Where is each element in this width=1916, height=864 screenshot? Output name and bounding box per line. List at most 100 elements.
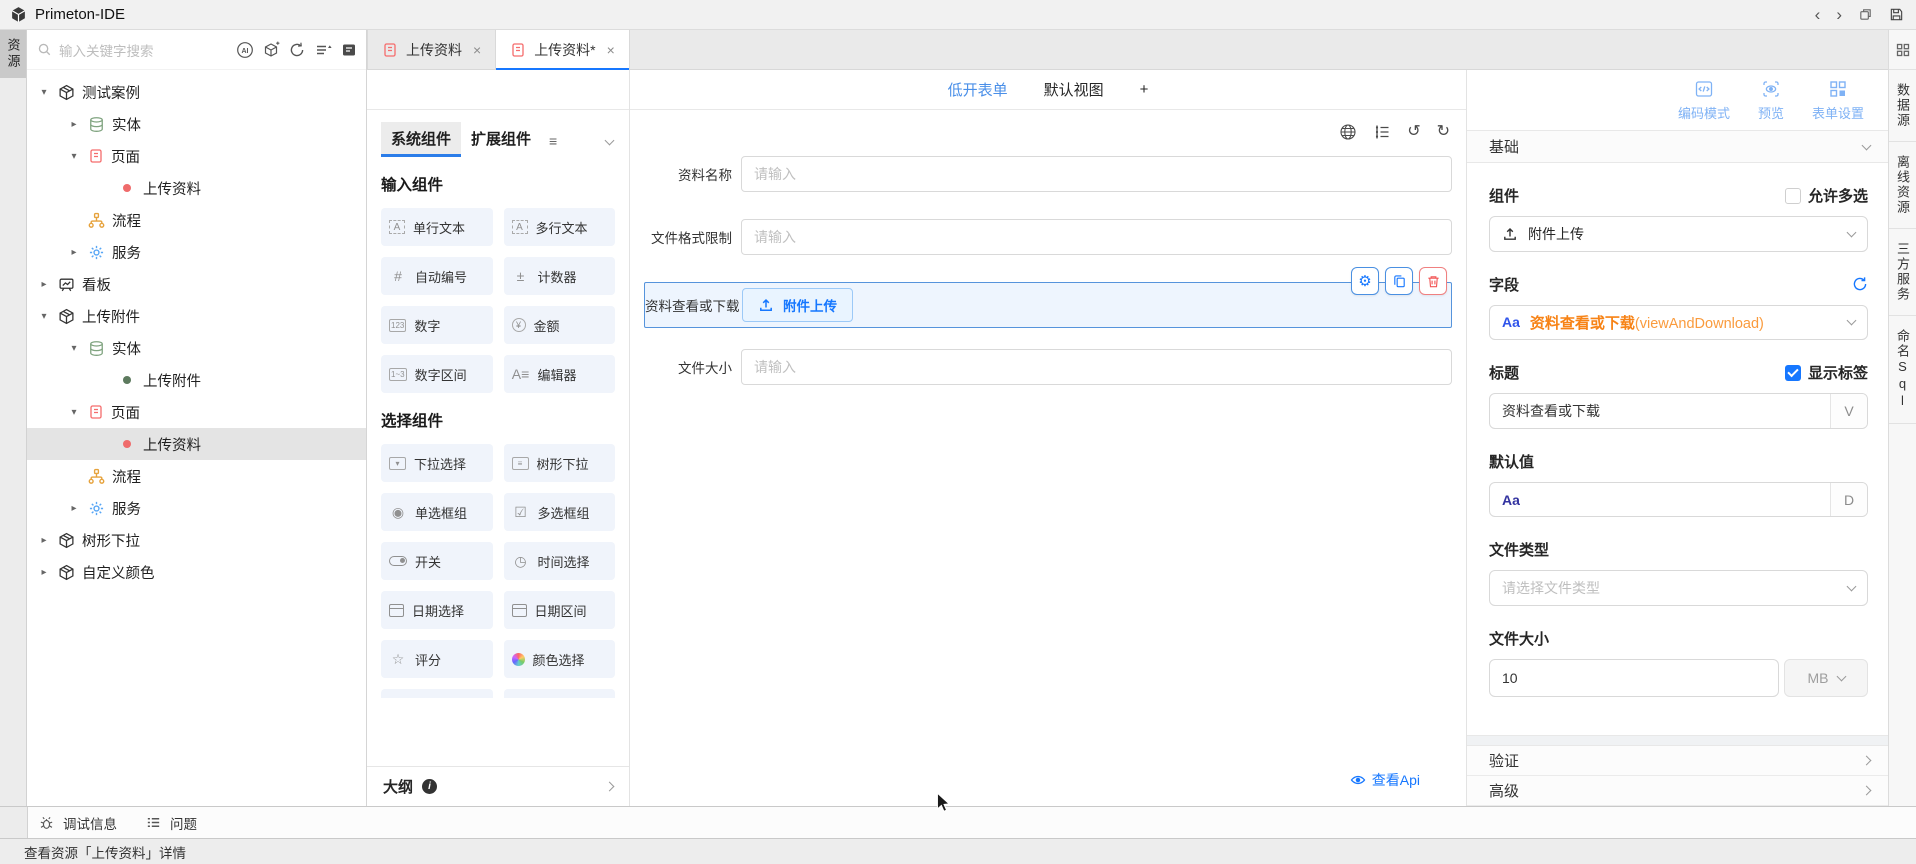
expander-icon[interactable]: ▸ [67,119,81,130]
expander-icon[interactable]: ▾ [67,407,81,418]
palette-item-partial[interactable] [504,689,616,698]
palette-item[interactable]: ±计数器 [504,257,616,295]
preview-button[interactable]: 预览 [1758,79,1784,122]
palette-menu-icon[interactable]: ≡ [549,133,557,157]
field-binding-select[interactable]: Aa 资料查看或下载(viewAndDownload) [1489,305,1868,341]
view-api-link[interactable]: 查看Api [1350,770,1420,790]
component-delete-button[interactable] [1419,267,1447,295]
right-strip-tab[interactable]: 命名Sql [1889,316,1916,424]
palette-item-partial[interactable] [381,689,493,698]
tab-close-icon[interactable]: × [473,42,481,58]
palette-item[interactable]: ¥金额 [504,306,616,344]
tree-item[interactable]: ▾页面 [27,396,366,428]
component-type-select[interactable]: 附件上传 [1489,216,1868,252]
palette-item[interactable]: ☑多选框组 [504,493,616,531]
form-settings-button[interactable]: 表单设置 [1812,79,1864,122]
restore-icon[interactable] [1858,7,1873,22]
palette-item[interactable]: 日期选择 [381,591,493,629]
save-icon[interactable] [1889,7,1904,22]
palette-item[interactable]: #自动编号 [381,257,493,295]
expander-icon[interactable]: ▸ [67,503,81,514]
sort-list-icon[interactable] [314,41,332,59]
doc-tab[interactable]: 上传资料× [367,30,496,69]
expander-icon[interactable]: ▾ [67,343,81,354]
expander-icon[interactable]: ▸ [67,247,81,258]
palette-item[interactable]: ≡树形下拉 [504,444,616,482]
tree-item[interactable]: ▾上传附件 [27,300,366,332]
tree-item[interactable]: 上传资料 [27,428,366,460]
tree-item[interactable]: ▾实体 [27,332,366,364]
outline-footer[interactable]: 大纲 [367,766,629,806]
code-mode-button[interactable]: 编码模式 [1678,79,1730,122]
redo-icon[interactable]: ↻ [1437,124,1450,140]
tab-close-icon[interactable]: × [607,42,615,58]
section-header-advanced[interactable]: 高级 [1467,776,1888,806]
attachment-upload-button[interactable]: 附件上传 [742,288,853,322]
resources-strip-tab[interactable]: 资源 [0,30,26,78]
palette-collapse-icon[interactable] [606,131,619,157]
globe-icon[interactable] [1339,123,1357,141]
form-field-row[interactable]: 文件大小 请输入 [644,349,1452,385]
view-tab-lowcode-form[interactable]: 低开表单 [948,79,1008,100]
cube-add-icon[interactable] [262,41,280,59]
expander-icon[interactable]: ▸ [37,535,51,546]
palette-item[interactable]: 颜色选择 [504,640,616,678]
debug-info-tab[interactable]: 调试信息 [38,813,117,833]
file-size-unit-select[interactable]: MB [1784,659,1868,697]
search-input[interactable]: 输入关键字搜索 [37,40,230,60]
doc-tab[interactable]: 上传资料*× [496,30,630,69]
default-dynamic-button[interactable]: D [1830,483,1867,517]
back-icon[interactable]: ‹ [1815,6,1821,23]
palette-item[interactable]: A多行文本 [504,208,616,246]
text-input[interactable]: 请输入 [741,156,1452,192]
tree-item[interactable]: 流程 [27,204,366,236]
palette-item[interactable]: 开关 [381,542,493,580]
title-variable-button[interactable]: V [1830,394,1867,428]
tree-item[interactable]: ▸服务 [27,492,366,524]
form-field-row-selected[interactable]: 资料查看或下载 附件上传 ⚙ [644,282,1452,328]
right-strip-tab[interactable]: 数据源 [1889,70,1916,142]
expander-icon[interactable]: ▾ [37,311,51,322]
tree-item[interactable]: 上传资料 [27,172,366,204]
tree-item[interactable]: ▸树形下拉 [27,524,366,556]
tree-item[interactable]: 上传附件 [27,364,366,396]
palette-item[interactable]: A≡编辑器 [504,355,616,393]
palette-item[interactable]: 123数字 [381,306,493,344]
field-refresh-icon[interactable] [1852,276,1868,292]
outline-icon[interactable] [1373,123,1391,141]
forward-icon[interactable]: › [1836,6,1842,23]
section-header-basic[interactable]: 基础 [1467,130,1888,163]
refresh-icon[interactable] [288,41,306,59]
show-label-checkbox[interactable] [1785,365,1801,381]
right-strip-tab[interactable]: 三方服务 [1889,229,1916,316]
ai-icon[interactable]: AI [236,41,254,59]
expander-icon[interactable]: ▾ [67,151,81,162]
default-value-input[interactable]: Aa [1490,483,1830,517]
palette-item[interactable]: ▾下拉选择 [381,444,493,482]
file-type-select[interactable]: 请选择文件类型 [1489,570,1868,606]
tree-item[interactable]: ▸看板 [27,268,366,300]
form-field-row[interactable]: 资料名称 请输入 [644,156,1452,192]
palette-item[interactable]: 1~3数字区间 [381,355,493,393]
palette-item[interactable]: 日期区间 [504,591,616,629]
form-field-row[interactable]: 文件格式限制 请输入 [644,219,1452,255]
palette-item[interactable]: ◉单选框组 [381,493,493,531]
file-size-input[interactable]: 10 [1489,659,1779,697]
title-input[interactable]: 资料查看或下载 [1490,394,1830,428]
right-strip-tab[interactable]: 离线资源 [1889,142,1916,229]
palette-item[interactable]: ☆评分 [381,640,493,678]
card-icon[interactable] [340,41,358,59]
text-input[interactable]: 请输入 [741,219,1452,255]
expander-icon[interactable]: ▸ [37,567,51,578]
expander-icon[interactable]: ▸ [37,279,51,290]
undo-icon[interactable]: ↺ [1407,124,1420,140]
component-copy-button[interactable] [1385,267,1413,295]
expander-icon[interactable]: ▾ [37,87,51,98]
tree-item[interactable]: ▸实体 [27,108,366,140]
panel-grid-icon[interactable] [1889,30,1916,70]
tab-system-components[interactable]: 系统组件 [381,122,461,157]
palette-item[interactable]: ◷时间选择 [504,542,616,580]
component-settings-button[interactable]: ⚙ [1351,267,1379,295]
tab-extended-components[interactable]: 扩展组件 [461,122,541,157]
allow-multiple-checkbox[interactable] [1785,188,1801,204]
